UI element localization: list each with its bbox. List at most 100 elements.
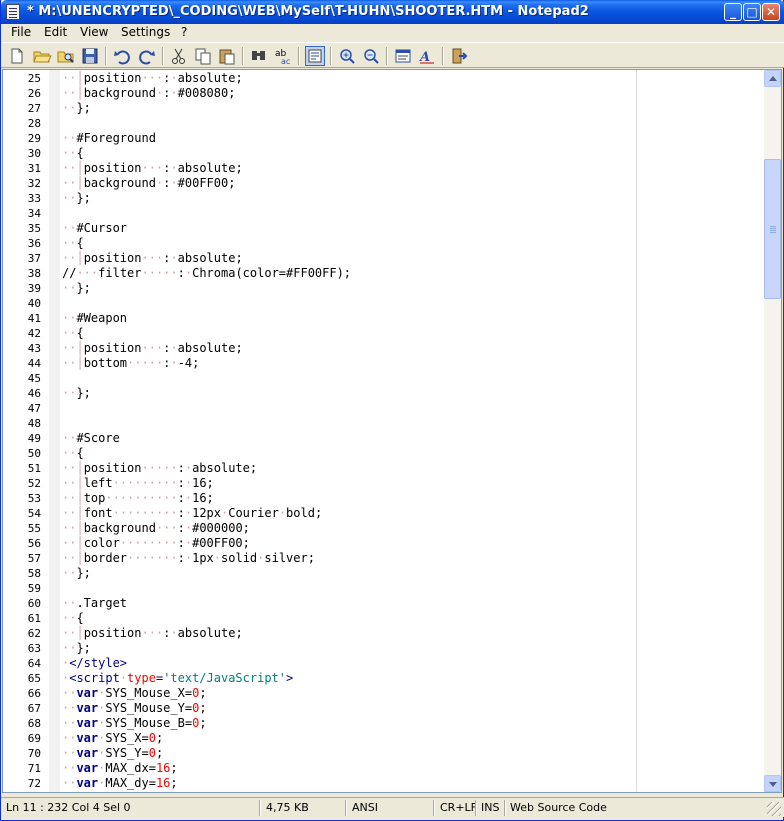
code-line[interactable]: 68 ··var·SYS_Mouse_B=0; xyxy=(3,716,763,731)
menu-edit[interactable]: Edit xyxy=(44,25,67,39)
code-line[interactable]: 49 ··#Score xyxy=(3,431,763,446)
status-lexer[interactable]: Web Source Code xyxy=(507,800,607,816)
code-line[interactable]: 34 xyxy=(3,206,763,221)
code-line[interactable]: 50 ··{ xyxy=(3,446,763,461)
code-token: ; xyxy=(170,761,178,775)
word-wrap-icon[interactable] xyxy=(305,46,325,66)
close-button[interactable]: ✕ xyxy=(762,3,780,21)
code-line[interactable]: 27 ··}; xyxy=(3,101,763,116)
code-token: absolute; xyxy=(192,461,258,475)
code-line[interactable]: 26 ··│background·:·#008080; xyxy=(3,86,763,101)
code-line[interactable]: 30 ··{ xyxy=(3,146,763,161)
menu-file[interactable]: File xyxy=(11,25,31,39)
code-token: { xyxy=(76,236,84,250)
code-line[interactable]: 44 ··│bottom·····:·-4; xyxy=(3,356,763,371)
code-line[interactable]: 37 ··│position···:·absolute; xyxy=(3,251,763,266)
open-folder-icon[interactable] xyxy=(32,46,52,66)
menu-help[interactable]: ? xyxy=(181,25,187,39)
title-bar[interactable]: * M:\UNENCRYPTED\_CODING\WEB\MySelf\T-HU… xyxy=(1,0,784,24)
code-line[interactable]: 39 ··}; xyxy=(3,281,763,296)
code-line[interactable]: 38 //···filter·····:·Chroma(color=#FF00FF… xyxy=(3,266,763,281)
code-line[interactable]: 61 ··{ xyxy=(3,611,763,626)
maximize-button[interactable]: □ xyxy=(743,3,761,21)
notepad-icon[interactable] xyxy=(6,4,20,20)
browse-icon[interactable] xyxy=(56,46,76,66)
code-line[interactable]: 60 ··.Target xyxy=(3,596,763,611)
code-line[interactable]: 65 ·<script·type='text/JavaScript'> xyxy=(3,671,763,686)
find-icon[interactable] xyxy=(249,46,269,66)
code-token: absolute; xyxy=(177,341,243,355)
replace-icon[interactable]: ab ac xyxy=(273,46,293,66)
code-line[interactable]: 59 xyxy=(3,581,763,596)
code-line[interactable]: 41 ··#Weapon xyxy=(3,311,763,326)
code-line[interactable]: 72 ··var·MAX_dy=16; xyxy=(3,776,763,791)
code-line[interactable]: 45 xyxy=(3,371,763,386)
code-line[interactable]: 56 ··│color········:·#00FF00; xyxy=(3,536,763,551)
code-line[interactable]: 55 ··│background···:·#000000; xyxy=(3,521,763,536)
code-line[interactable]: 62 ··│position···:·absolute; xyxy=(3,626,763,641)
code-line[interactable]: 54 ··│font·········:·12px·Courier·bold; xyxy=(3,506,763,521)
code-token: border xyxy=(83,551,128,565)
scroll-down-button[interactable] xyxy=(764,775,781,792)
code-line[interactable]: 36 ··{ xyxy=(3,236,763,251)
code-token: ··· xyxy=(141,161,164,175)
code-line[interactable]: 69 ··var·SYS_X=0; xyxy=(3,731,763,746)
code-line[interactable]: 25 ··│position···:·absolute; xyxy=(3,71,763,86)
code-line[interactable]: 70 ··var·SYS_Y=0; xyxy=(3,746,763,761)
code-line[interactable]: 52 ··│left·········:·16; xyxy=(3,476,763,491)
undo-icon[interactable] xyxy=(112,46,132,66)
code-line[interactable]: 53 ··│top··········:·16; xyxy=(3,491,763,506)
paste-icon[interactable] xyxy=(217,46,237,66)
code-line[interactable]: 63 ··}; xyxy=(3,641,763,656)
scroll-up-button[interactable] xyxy=(764,70,781,87)
line-number: 28 xyxy=(27,117,41,130)
menu-bar: File Edit View Settings ? xyxy=(1,24,784,42)
code-line[interactable]: 57 ··│border·······:·1px·solid·silver; xyxy=(3,551,763,566)
status-encoding[interactable]: ANSI xyxy=(349,800,378,816)
code-line[interactable]: 31 ··│position···:·absolute; xyxy=(3,161,763,176)
vertical-scrollbar[interactable] xyxy=(764,70,781,792)
cut-icon[interactable] xyxy=(169,46,189,66)
code-line[interactable]: 66 ··var·SYS_Mouse_X=0; xyxy=(3,686,763,701)
code-token: ·· xyxy=(62,161,77,175)
editor-area[interactable]: 25 ··│position···:·absolute; 26 ··│backgrou… xyxy=(2,69,782,793)
code-token: ·· xyxy=(62,221,77,235)
code-token: ·· xyxy=(62,146,77,160)
code-line[interactable]: 71 ··var·MAX_dx=16; xyxy=(3,761,763,776)
code-line[interactable]: 29 ··#Foreground xyxy=(3,131,763,146)
redo-icon[interactable] xyxy=(137,46,157,66)
code-line[interactable]: 32 ··│background·:·#00FF00; xyxy=(3,176,763,191)
code-token: ·· xyxy=(62,326,77,340)
code-line[interactable]: 46 ··}; xyxy=(3,386,763,401)
code-line[interactable]: 40 xyxy=(3,296,763,311)
resize-grip[interactable] xyxy=(767,802,781,816)
code-line[interactable]: 47 xyxy=(3,401,763,416)
new-file-icon[interactable] xyxy=(7,46,27,66)
line-text: ··}; xyxy=(62,641,91,656)
font-icon[interactable]: A xyxy=(417,46,437,66)
code-line[interactable]: 33 ··}; xyxy=(3,191,763,206)
zoom-in-icon[interactable] xyxy=(337,46,357,66)
code-line[interactable]: 43 ··│position···:·absolute; xyxy=(3,341,763,356)
copy-icon[interactable] xyxy=(193,46,213,66)
code-token: top xyxy=(83,491,106,505)
scroll-thumb[interactable] xyxy=(764,159,781,299)
code-line[interactable]: 28 xyxy=(3,116,763,131)
menu-view[interactable]: View xyxy=(80,25,108,39)
code-line[interactable]: 51 ··│position·····:·absolute; xyxy=(3,461,763,476)
code-line[interactable]: 42 ··{ xyxy=(3,326,763,341)
scheme-icon[interactable] xyxy=(393,46,413,66)
minimize-button[interactable]: _ xyxy=(724,3,742,21)
menu-settings[interactable]: Settings xyxy=(121,25,170,39)
zoom-out-icon[interactable] xyxy=(361,46,381,66)
code-line[interactable]: 48 xyxy=(3,416,763,431)
code-line[interactable]: 64 ·</style> xyxy=(3,656,763,671)
status-line-ending[interactable]: CR+LF xyxy=(437,800,477,816)
code-line[interactable]: 35 ··#Cursor xyxy=(3,221,763,236)
save-icon[interactable] xyxy=(80,46,100,66)
code-lines[interactable]: 25 ··│position···:·absolute; 26 ··│backgrou… xyxy=(3,71,763,791)
code-line[interactable]: 67 ··var·SYS_Mouse_Y=0; xyxy=(3,701,763,716)
code-token: · xyxy=(278,506,287,520)
code-line[interactable]: 58 ··}; xyxy=(3,566,763,581)
exit-icon[interactable] xyxy=(449,46,469,66)
